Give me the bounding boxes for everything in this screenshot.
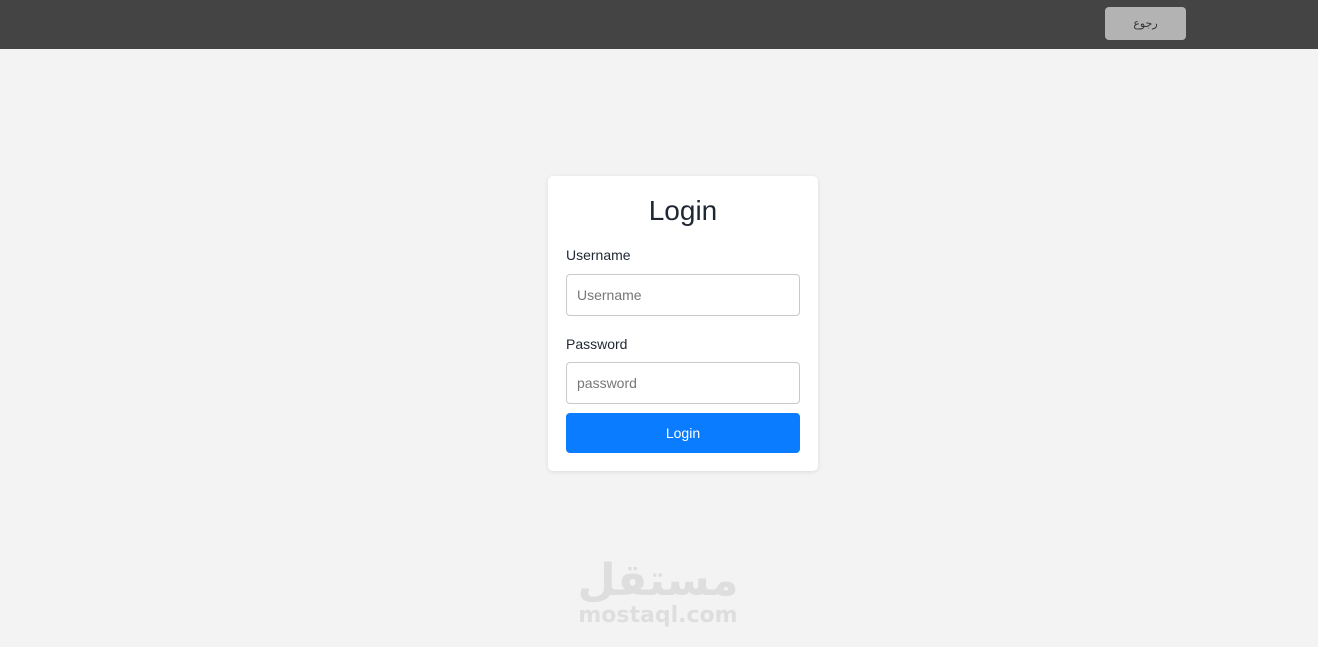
username-input[interactable] (566, 274, 800, 316)
top-nav-bar: رجوع (0, 0, 1318, 49)
password-input[interactable] (566, 362, 800, 404)
watermark-logo: مستقل (577, 555, 739, 606)
username-label: Username (566, 247, 631, 263)
watermark-url: mostaql.com (578, 603, 738, 628)
password-label: Password (566, 336, 628, 352)
login-card: Login Username Password Login (548, 176, 818, 471)
login-title: Login (648, 195, 718, 226)
login-button[interactable]: Login (566, 413, 800, 453)
watermark: مستقل mostaql.com (558, 556, 758, 628)
back-button[interactable]: رجوع (1105, 7, 1186, 40)
